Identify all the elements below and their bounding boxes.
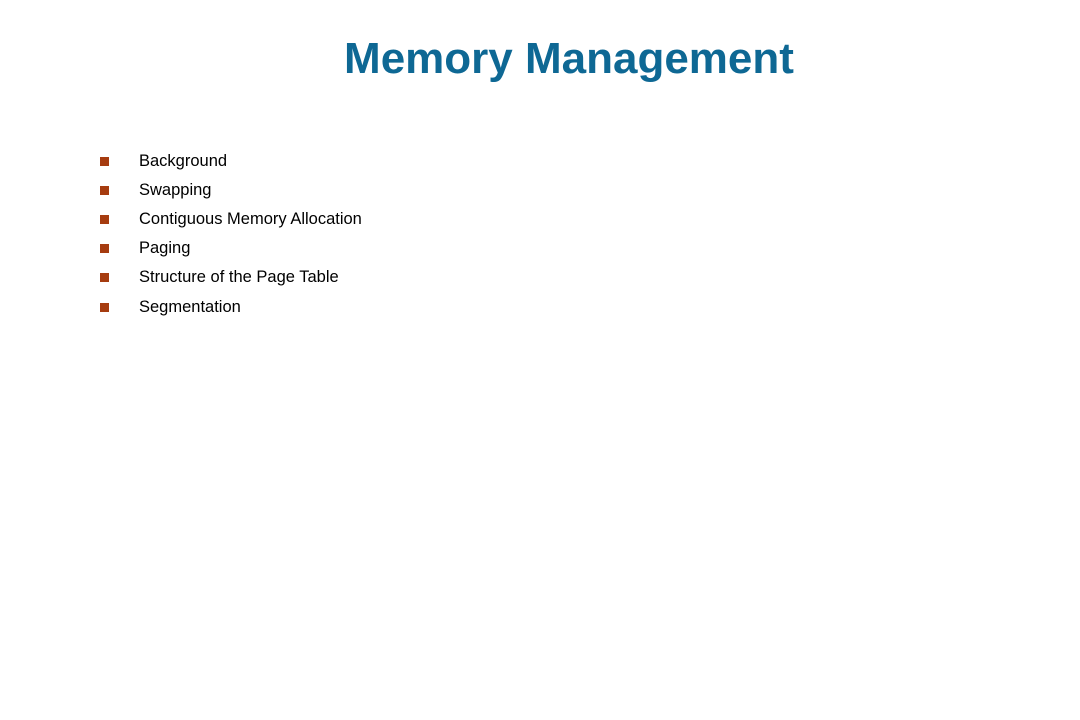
square-bullet-icon — [100, 156, 109, 166]
bullet-text: Contiguous Memory Allocation — [139, 209, 362, 228]
bullet-text: Paging — [139, 239, 191, 258]
square-bullet-icon — [100, 214, 109, 224]
slide-title: Memory Management — [344, 34, 794, 83]
bullet-text: Swapping — [139, 180, 212, 199]
square-bullet-icon — [100, 185, 109, 195]
bullet-text: Structure of the Page Table — [139, 268, 339, 287]
bullet-text: Background — [139, 151, 228, 170]
bullet-text: Segmentation — [139, 297, 241, 316]
square-bullet-icon — [100, 302, 109, 312]
square-bullet-icon — [100, 244, 109, 254]
square-bullet-icon — [100, 273, 109, 283]
